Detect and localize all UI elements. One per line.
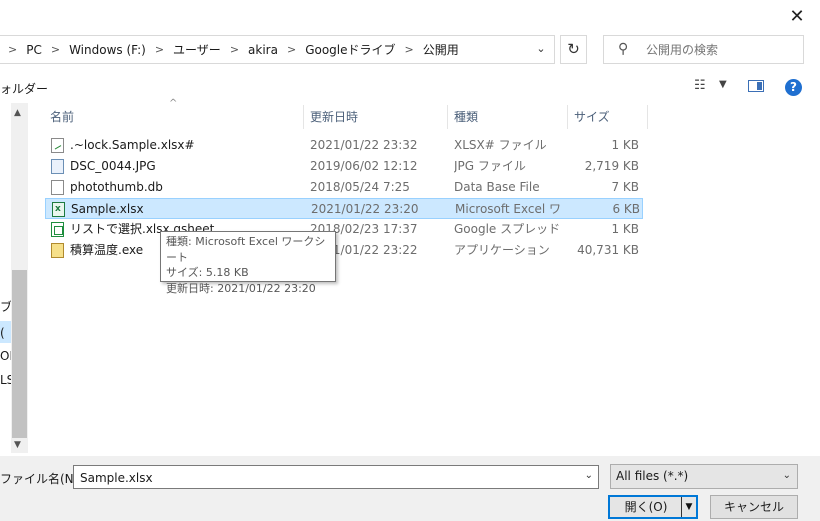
scroll-up-icon[interactable]: ▲ (14, 108, 21, 118)
gsheet-file-icon (51, 222, 64, 237)
file-date: 2018/05/24 7:25 (310, 180, 410, 194)
tooltip-type: 種類: Microsoft Excel ワークシート (166, 235, 326, 264)
db-file-icon (51, 180, 64, 195)
file-row[interactable]: photothumb.db 2018/05/24 7:25 Data Base … (45, 177, 643, 198)
column-divider[interactable] (567, 105, 568, 129)
open-split-dropdown-icon[interactable]: ▼ (681, 497, 696, 517)
new-folder-button[interactable]: ォルダー (0, 80, 48, 97)
breadcrumb-separator-icon: > (50, 43, 61, 56)
column-header-size[interactable]: サイズ (574, 105, 610, 129)
breadcrumb-separator-icon: > (154, 43, 165, 56)
file-row-selected[interactable]: Sample.xlsx 2021/01/22 23:20 Microsoft E… (45, 198, 643, 219)
open-button-label[interactable]: 開く(O) (610, 497, 682, 517)
filename-label: ファイル名(N): (0, 472, 83, 486)
file-size: 7 KB (611, 180, 639, 194)
file-row[interactable]: DSC_0044.JPG 2019/06/02 12:12 JPG ファイル 2… (45, 156, 643, 177)
column-divider[interactable] (647, 105, 648, 129)
close-icon[interactable]: ✕ (786, 6, 808, 28)
open-button[interactable]: 開く(O) ▼ (608, 495, 698, 519)
file-name: Sample.xlsx (71, 202, 144, 216)
file-info-tooltip: 種類: Microsoft Excel ワークシート サイズ: 5.18 KB … (160, 231, 336, 295)
file-date: 2021/01/22 23:20 (311, 202, 419, 216)
breadcrumb-google-drive[interactable]: Googleドライブ (300, 41, 400, 58)
file-type: Google スプレッドシ... (454, 222, 559, 236)
column-header-date[interactable]: 更新日時 (310, 105, 358, 129)
search-icon: ⚲ (618, 41, 629, 57)
address-bar[interactable]: > PC > Windows (F:) > ユーザー > akira > Goo… (0, 35, 555, 64)
file-row[interactable]: .~lock.Sample.xlsx# 2021/01/22 23:32 XLS… (45, 135, 643, 156)
title-bar (0, 0, 820, 34)
sort-ascending-icon: ^ (169, 98, 178, 109)
filename-combobox[interactable]: ⌄ (73, 465, 599, 489)
breadcrumb-separator-icon: > (404, 43, 414, 56)
tooltip-size: サイズ: 5.18 KB (166, 266, 249, 279)
view-dropdown-icon[interactable]: ▼ (719, 79, 727, 90)
column-header-type[interactable]: 種類 (454, 105, 478, 129)
file-size: 6 KB (612, 202, 640, 216)
nav-scrollbar-thumb[interactable] (12, 270, 27, 438)
refresh-icon[interactable]: ↻ (560, 35, 587, 64)
search-box[interactable]: ⚲ (603, 35, 804, 64)
address-dropdown-icon[interactable]: ⌄ (534, 41, 548, 57)
file-date: 2019/06/02 12:12 (310, 159, 418, 173)
file-type: Data Base File (454, 180, 540, 194)
nav-item-label[interactable]: ( (0, 326, 5, 340)
breadcrumb-public[interactable]: 公開用 (418, 41, 464, 58)
file-type: XLSX# ファイル (454, 138, 547, 152)
image-file-icon (51, 159, 64, 174)
file-date: 2021/01/22 23:32 (310, 138, 418, 152)
exe-file-icon (51, 243, 64, 258)
filename-input[interactable] (78, 468, 572, 488)
file-type-filter-value: All files (*.*) (616, 469, 689, 483)
file-type: アプリケーション (454, 243, 550, 257)
preview-pane-icon[interactable] (748, 80, 764, 92)
chevron-down-icon[interactable]: ⌄ (783, 470, 791, 481)
tooltip-date: 更新日時: 2021/01/22 23:20 (166, 281, 316, 295)
breadcrumb-akira[interactable]: akira (243, 43, 283, 57)
file-size: 1 KB (611, 222, 639, 236)
search-input[interactable] (644, 39, 798, 61)
breadcrumb-pc[interactable]: PC (21, 43, 47, 57)
column-divider[interactable] (447, 105, 448, 129)
breadcrumb-separator-icon: > (229, 43, 240, 56)
breadcrumb-users[interactable]: ユーザー (168, 41, 226, 58)
cancel-button[interactable]: キャンセル (710, 495, 798, 519)
view-list-icon[interactable]: ☷ (694, 78, 706, 93)
file-row[interactable]: リストで選択.xlsx.gsheet 2018/02/23 17:37 Goog… (45, 219, 643, 240)
lock-file-icon (51, 138, 64, 153)
file-name: .~lock.Sample.xlsx# (70, 138, 195, 152)
excel-file-icon (52, 202, 65, 217)
file-type-filter[interactable]: All files (*.*) ⌄ (610, 464, 798, 489)
breadcrumb-separator-icon: > (286, 43, 297, 56)
chevron-down-icon[interactable]: ⌄ (585, 470, 593, 481)
file-row[interactable]: 積算温度.exe 2021/01/22 23:22 アプリケーション 40,73… (45, 240, 643, 261)
file-name: photothumb.db (70, 180, 163, 194)
breadcrumb-drive[interactable]: Windows (F:) (64, 43, 151, 57)
help-icon[interactable]: ? (785, 79, 802, 96)
file-size: 2,719 KB (584, 159, 639, 173)
breadcrumb: > PC > Windows (F:) > ユーザー > akira > Goo… (4, 36, 464, 63)
column-divider[interactable] (303, 105, 304, 129)
file-size: 40,731 KB (577, 243, 639, 257)
file-type: JPG ファイル (454, 159, 526, 173)
file-size: 1 KB (611, 138, 639, 152)
file-name: DSC_0044.JPG (70, 159, 156, 173)
breadcrumb-separator-icon: > (8, 43, 18, 56)
file-type: Microsoft Excel ワ... (455, 202, 560, 216)
column-header-name[interactable]: 名前 (50, 105, 74, 129)
scroll-down-icon[interactable]: ▼ (14, 440, 21, 450)
